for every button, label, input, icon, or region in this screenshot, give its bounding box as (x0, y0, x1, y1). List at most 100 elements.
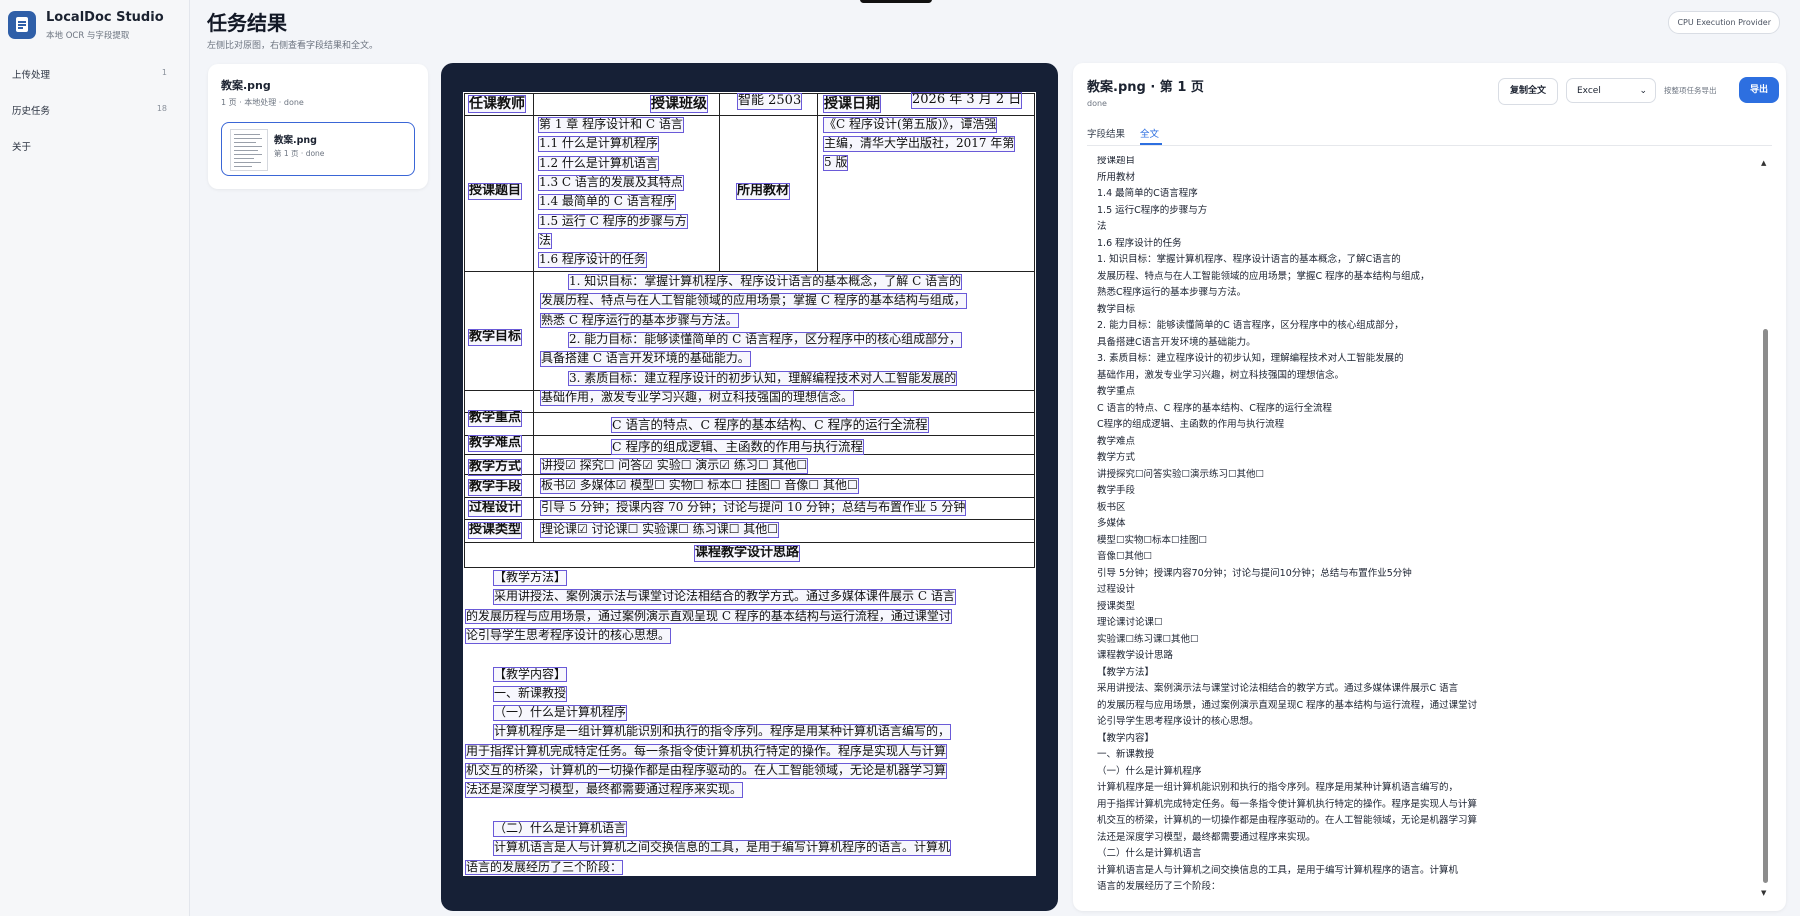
sidebar-item-upload[interactable]: 上传处理 1 (0, 62, 189, 86)
ocr-box[interactable]: 计算机语言是人与计算机之间交换信息的工具，是用于编写计算机程序的语言。计算机 (493, 840, 952, 856)
ocr-box[interactable]: 课程教学设计思路 (694, 545, 801, 562)
ocr-box[interactable]: 1.6 程序设计的任务 (538, 252, 647, 268)
ocr-box[interactable]: 3. 素质目标：建立程序设计的初步认知，理解编程技术对人工智能发展的 (568, 370, 958, 387)
ocr-box[interactable]: （二）什么是计算机语言 (493, 820, 628, 837)
ocr-box[interactable]: 机交互的桥梁，计算机的一切操作都是由程序驱动的。在人工智能领域，无论是机器学习算 (465, 763, 948, 779)
ocr-box[interactable]: 所用教材 (736, 183, 791, 200)
ocr-box[interactable]: 【教学方法】 (493, 570, 568, 586)
ocr-box[interactable]: 一、新课教授 (493, 685, 568, 702)
ocr-box[interactable]: 计算机程序是一组计算机能识别和执行的指令序列。程序是用某种计算机语言编写的， (493, 724, 952, 741)
tab-fulltext[interactable]: 全文 (1140, 126, 1159, 140)
ocr-box[interactable]: 5 版 (823, 155, 849, 171)
ocr-box[interactable]: 授课日期 (823, 95, 881, 114)
ocr-box[interactable]: 授课类型 (468, 522, 523, 539)
fulltext-line: 法 (1097, 221, 1107, 232)
fulltext-line: 过程设计 (1097, 584, 1136, 595)
ocr-box[interactable]: 任课教师 (468, 95, 526, 114)
fulltext-area[interactable]: 授课题目 所用教材 1.4 最简单的C语言程序 1.5 运行C程序的步骤与方法 1.6 … (1097, 156, 1757, 901)
fulltext-line: 教学难点 (1097, 435, 1136, 447)
ocr-box[interactable]: 板书☑ 多媒体☑ 模型☐ 实物☐ 标本☐ 挂图☐ 音像☐ 其他☐ (540, 478, 859, 494)
ocr-box[interactable]: 法 (538, 232, 553, 249)
ocr-box[interactable]: 《C 程序设计(第五版)》，谭浩强 (823, 117, 998, 133)
ocr-box[interactable]: 1.4 最简单的 C 语言程序 (538, 194, 676, 210)
fulltext-line: 理论课讨论课☐ (1097, 617, 1163, 628)
ocr-box[interactable]: （一）什么是计算机程序 (493, 705, 628, 721)
sidebar-item-history[interactable]: 历史任务 18 (0, 98, 189, 122)
ocr-box[interactable]: 语言的发展经历了三个阶段： (465, 859, 624, 876)
result-panel: 教案.png · 第 1 页 done 复制全文 Excel ⌄ 按整项任务导出… (1073, 63, 1786, 911)
scroll-up-icon[interactable]: ▲ (1761, 159, 1766, 167)
fulltext-line: C 语言的特点、C 程序的基本结构、C程序的运行全流程 (1097, 402, 1332, 414)
ocr-box[interactable]: 过程设计 (468, 500, 523, 517)
ocr-box[interactable]: 引导 5 分钟；授课内容 70 分钟；讨论与提问 10 分钟；总结与布置作业 5… (540, 500, 967, 516)
fulltext-line: 具备搭建C语言开发环境的基础能力。 (1097, 336, 1256, 348)
ocr-box[interactable]: 授课班级 (650, 95, 708, 114)
fulltext-line: 引导 5分钟；授课内容70分钟；讨论与提问10分钟；总结与布置作业5分钟 (1097, 567, 1412, 579)
fulltext-line: 课程教学设计思路 (1097, 650, 1174, 661)
fulltext-line: （一）什么是计算机程序 (1097, 765, 1202, 777)
chevron-down-icon: ⌄ (1639, 86, 1647, 96)
ocr-box[interactable]: 熟悉 C 程序运行的基本步骤与方法。 (540, 312, 739, 329)
fulltext-line: 一、新课教授 (1097, 749, 1155, 760)
ocr-box[interactable]: 1.3 C 语言的发展及其特点 (538, 174, 684, 191)
fulltext-line: 用于指挥计算机完成特定任务。每一条指令使计算机执行特定的操作。程序是实现人与计算 (1097, 798, 1478, 810)
ocr-box[interactable]: 具备搭建 C 语言开发环境的基础能力。 (540, 351, 751, 367)
fulltext-line: 熟悉C程序运行的基本步骤与方法。 (1097, 287, 1247, 298)
fulltext-line: 教学重点 (1097, 386, 1136, 397)
ocr-box[interactable]: C 程序的组成逻辑、主函数的作用与执行流程 (611, 439, 865, 456)
ocr-box[interactable]: 2. 能力目标：能够读懂简单的 C 语言程序，区分程序中的核心组成部分， (568, 331, 963, 348)
document-viewer[interactable]: 任课教师 授课班级 智能 2503 授课日期 2026 年 3 月 2 日 授课… (441, 63, 1058, 911)
ocr-box[interactable]: 1.5 运行 C 程序的步骤与方 (538, 213, 688, 230)
sidebar-item-about[interactable]: 关于 (0, 134, 189, 158)
page-item[interactable]: 教案.png 第 1 页 · done (221, 122, 415, 176)
scroll-down-icon[interactable]: ▼ (1761, 889, 1766, 897)
window-notch (860, 0, 932, 3)
export-button[interactable]: 导出 (1739, 77, 1779, 103)
fulltext-line: 采用讲授法、案例演示法与课堂讨论法相结合的教学方式。通过多媒体课件展示C 语言 (1097, 683, 1459, 694)
ocr-box[interactable]: C 语言的特点、C 程序的基本结构、C 程序的运行全流程 (611, 417, 929, 434)
fulltext-line: 计算机程序是一组计算机能识别和执行的指令序列。程序是用某种计算机语言编写的， (1097, 782, 1459, 793)
ocr-box[interactable]: 教学方式 (468, 459, 523, 476)
ocr-box[interactable]: 教学难点 (468, 435, 523, 452)
page-item-title: 教案.png (274, 135, 317, 146)
ocr-box[interactable]: 【教学内容】 (493, 666, 568, 683)
fulltext-line: 计算机语言是人与计算机之间交换信息的工具，是用于编写计算机程序的语言。计算机 (1097, 864, 1459, 876)
app-logo-icon (8, 11, 36, 39)
result-status: done (1087, 99, 1107, 108)
ocr-box[interactable]: 理论课☑ 讨论课☐ 实验课☐ 练习课☐ 其他☐ (540, 522, 780, 538)
ocr-box[interactable]: 智能 2503 (737, 93, 803, 110)
fulltext-line: 1.4 最简单的C语言程序 (1097, 188, 1198, 199)
ocr-box[interactable]: 用于指挥计算机完成特定任务。每一条指令使计算机执行特定的操作。程序是实现人与计算 (465, 743, 948, 760)
ocr-box[interactable]: 论引导学生思考程序设计的核心思想。 (465, 627, 672, 644)
ocr-box[interactable]: 基础作用，激发专业学习兴趣，树立科技强国的理想信念。 (540, 389, 855, 406)
ocr-box[interactable]: 1.2 什么是计算机语言 (538, 155, 659, 172)
ocr-box[interactable]: 法还是深度学习模型，最终都需要通过程序来实现。 (465, 782, 744, 799)
tab-fields[interactable]: 字段结果 (1087, 126, 1125, 140)
ocr-box[interactable]: 授课题目 (468, 183, 523, 200)
copy-all-button[interactable]: 复制全文 (1498, 78, 1558, 105)
ocr-box[interactable]: 1. 知识目标：掌握计算机程序、程序设计语言的基本概念，了解 C 语言的 (568, 274, 963, 290)
ocr-box[interactable]: 教学目标 (468, 329, 523, 346)
ocr-box[interactable]: 采用讲授法、案例演示法与课堂讨论法相结合的教学方式。通过多媒体课件展示 C 语言 (493, 589, 956, 606)
ocr-box[interactable]: 讲授☑ 探究☐ 问答☑ 实验☐ 演示☑ 练习☐ 其他☐ (540, 458, 809, 474)
ocr-box[interactable]: 1.1 什么是计算机程序 (538, 136, 659, 153)
fulltext-line: 所用教材 (1097, 171, 1136, 183)
ocr-box[interactable]: 主编，清华大学出版社，2017 年第 (823, 136, 1016, 152)
ocr-box[interactable]: 教学手段 (468, 479, 523, 496)
fulltext-line: 2. 能力目标：能够读懂简单的C 语言程序，区分程序中的核心组成部分， (1097, 320, 1404, 331)
ocr-box[interactable]: 2026 年 3 月 2 日 (911, 92, 1023, 109)
ocr-box[interactable]: 教学重点 (468, 410, 523, 427)
ocr-box[interactable]: 第 1 章 程序设计和 C 语言 (538, 117, 684, 133)
ocr-box[interactable]: 发展历程、特点与在人工智能领域的应用场景；掌握 C 程序的基本结构与组成， (540, 293, 967, 310)
export-format-select[interactable]: Excel ⌄ (1566, 78, 1656, 103)
file-meta: 1 页 · 本地处理 · done (221, 98, 304, 107)
fulltext-line: 论引导学生思考程序设计的核心思想。 (1097, 716, 1259, 727)
fulltext-line: 模型☐实物☐标本☐挂图☐ (1097, 534, 1208, 546)
scrollbar-thumb[interactable] (1763, 329, 1768, 883)
fulltext-line: 语言的发展经历了三个阶段： (1097, 881, 1221, 892)
tabs-divider (1087, 145, 1772, 146)
fulltext-line: （二）什么是计算机语言 (1097, 848, 1202, 859)
page-item-meta: 第 1 页 · done (274, 149, 325, 158)
app-title: LocalDoc Studio (46, 10, 164, 25)
ocr-box[interactable]: 的发展历程与应用场景，通过案例演示直观呈现 C 程序的基本结构与运行流程，通过课… (465, 608, 952, 625)
